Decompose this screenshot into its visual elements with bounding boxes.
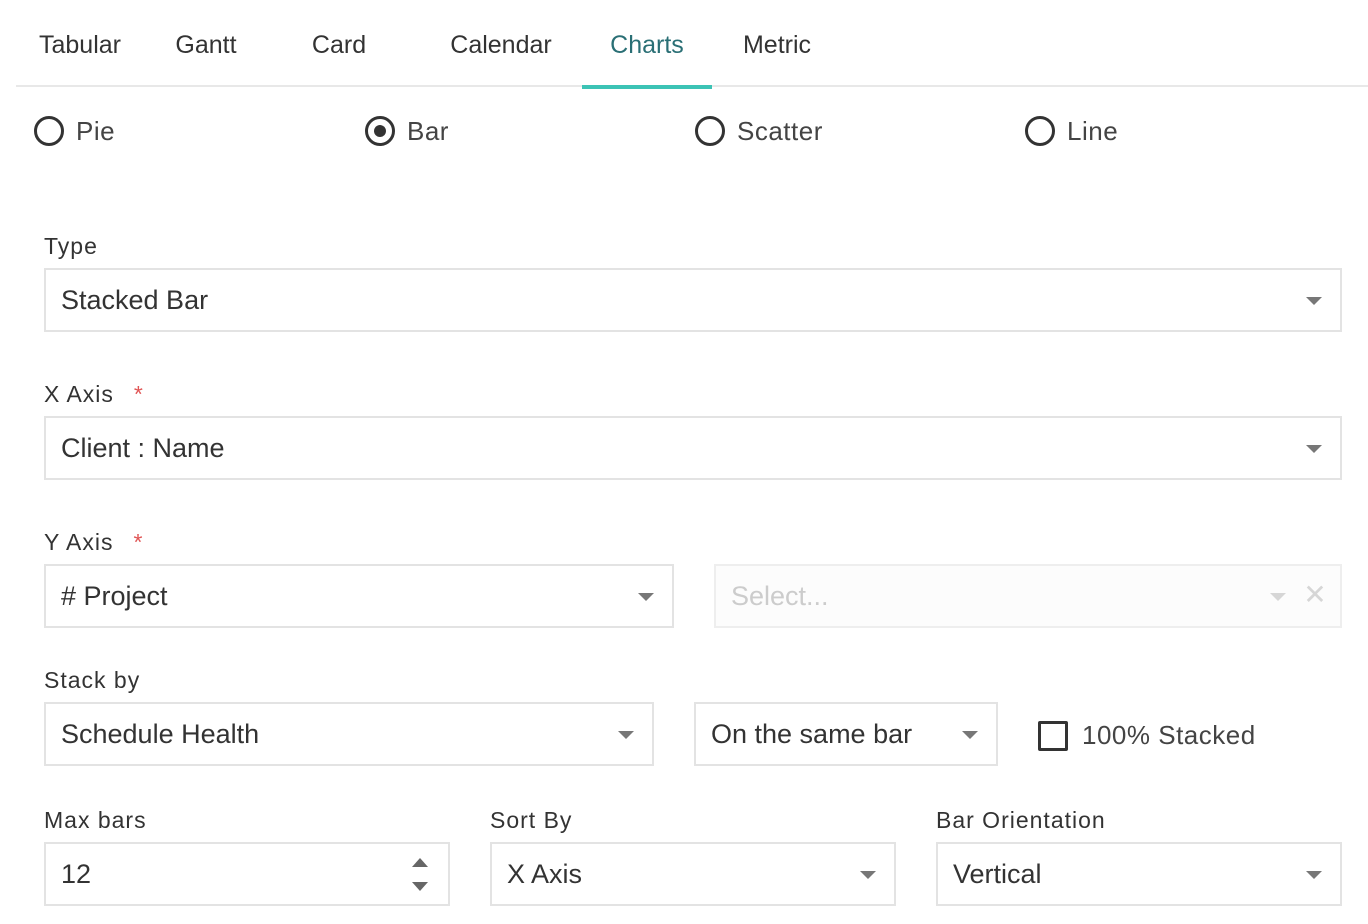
y-axis-label-text: Y Axis	[44, 529, 114, 555]
tab-card[interactable]: Card	[306, 0, 372, 87]
chart-settings-panel: Tabular Gantt Card Calendar Charts Metri…	[0, 0, 1368, 924]
radio-label: Line	[1067, 115, 1119, 146]
x-axis-select-value: Client : Name	[61, 433, 225, 463]
view-tabs: Tabular Gantt Card Calendar Charts Metri…	[16, 0, 1368, 89]
tab-calendar[interactable]: Calendar	[446, 0, 556, 87]
radio-checked-icon[interactable]	[365, 116, 395, 146]
tab-tabular[interactable]: Tabular	[16, 0, 144, 87]
max-bars-value: 12	[61, 859, 92, 889]
tab-label: Card	[311, 31, 367, 59]
tab-metric[interactable]: Metric	[736, 0, 818, 87]
type-select-value: Stacked Bar	[61, 285, 209, 315]
stack-by-select-value: Schedule Health	[61, 719, 260, 749]
y-axis-select-value: # Project	[61, 581, 168, 611]
chevron-down-icon	[962, 731, 978, 739]
radio-line[interactable]: Line	[1025, 112, 1118, 150]
tab-charts[interactable]: Charts	[582, 0, 712, 89]
sort-by-select[interactable]: X Axis	[490, 842, 896, 906]
required-marker: *	[133, 381, 144, 407]
chevron-down-icon	[1306, 297, 1322, 305]
max-bars-label: Max bars	[44, 807, 147, 833]
bar-orientation-select[interactable]: Vertical	[936, 842, 1342, 906]
x-axis-select[interactable]: Client : Name	[44, 416, 1342, 480]
stack-mode-select[interactable]: On the same bar	[694, 702, 998, 766]
spin-up-icon[interactable]	[412, 858, 428, 867]
max-bars-input[interactable]: 12	[44, 842, 450, 906]
x-axis-label: X Axis *	[44, 381, 144, 408]
percent-stacked-label: 100% Stacked	[1082, 720, 1256, 750]
stack-by-select[interactable]: Schedule Health	[44, 702, 654, 766]
stack-mode-select-value: On the same bar	[711, 719, 913, 749]
radio-label: Bar	[407, 115, 449, 146]
bar-orientation-label: Bar Orientation	[936, 807, 1106, 833]
sort-by-label: Sort By	[490, 807, 573, 833]
chevron-down-icon	[860, 871, 876, 879]
tab-label: Gantt	[175, 31, 237, 59]
checkbox-icon[interactable]	[1038, 720, 1068, 751]
type-select[interactable]: Stacked Bar	[44, 268, 1342, 332]
spin-down-icon[interactable]	[412, 882, 428, 891]
radio-bar[interactable]: Bar	[365, 112, 449, 150]
radio-circle-icon[interactable]	[34, 116, 64, 146]
tab-label: Metric	[742, 31, 812, 59]
chevron-down-icon	[618, 731, 634, 739]
type-label: Type	[44, 233, 98, 259]
y-axis-select[interactable]: # Project	[44, 564, 674, 628]
chevron-down-icon	[1306, 445, 1322, 453]
clear-icon[interactable]: ✕	[1300, 580, 1330, 610]
tab-label: Calendar	[450, 31, 552, 59]
radio-scatter[interactable]: Scatter	[695, 112, 823, 150]
active-tab-indicator	[582, 85, 712, 89]
radio-pie[interactable]: Pie	[34, 112, 115, 150]
y-axis-secondary-placeholder: Select...	[731, 581, 829, 611]
tab-gantt[interactable]: Gantt	[166, 0, 246, 87]
tab-label: Charts	[610, 31, 684, 59]
radio-label: Scatter	[737, 115, 823, 146]
stack-by-label: Stack by	[44, 667, 141, 693]
radio-label: Pie	[76, 115, 116, 146]
percent-stacked-checkbox[interactable]: 100% Stacked	[1038, 720, 1256, 751]
tab-label: Tabular	[39, 31, 121, 59]
chevron-down-icon	[1306, 871, 1322, 879]
sort-by-select-value: X Axis	[507, 859, 583, 889]
radio-circle-icon[interactable]	[695, 116, 725, 146]
y-axis-label: Y Axis *	[44, 529, 143, 556]
required-marker: *	[133, 529, 144, 555]
radio-circle-icon[interactable]	[1025, 116, 1055, 146]
bar-orientation-select-value: Vertical	[953, 859, 1042, 889]
chevron-down-icon	[1270, 593, 1286, 601]
chevron-down-icon	[638, 593, 654, 601]
x-axis-label-text: X Axis	[44, 381, 114, 407]
y-axis-secondary-select[interactable]: Select... ✕	[714, 564, 1342, 628]
